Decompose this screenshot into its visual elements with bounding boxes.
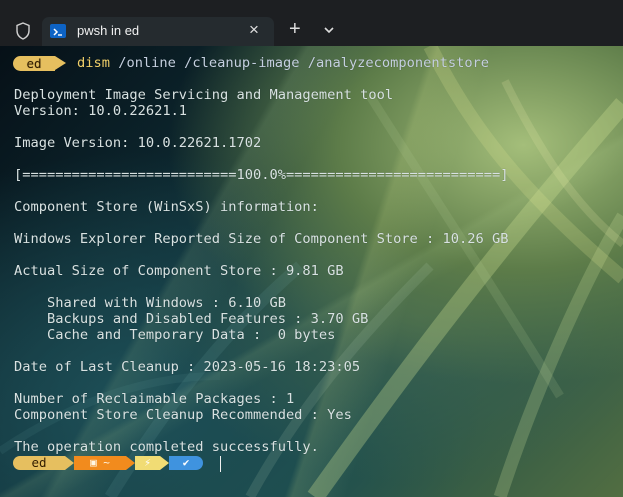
- output-line: Component Store Cleanup Recommended : Ye…: [14, 407, 352, 423]
- output-line: Number of Reclaimable Packages : 1: [14, 391, 295, 407]
- folder-segment: ▣ ~: [74, 456, 126, 470]
- command-args: /online /cleanup-image /analyzecomponent…: [109, 55, 490, 71]
- prompt-user-segment: ed: [13, 56, 55, 71]
- plus-icon[interactable]: +: [289, 18, 301, 41]
- statusline: ed ▣ ~ ⚡ ✔: [0, 456, 623, 472]
- prompt-arrow-icon: [55, 56, 66, 70]
- command-text: dism /online /cleanup-image /analyzecomp…: [77, 56, 489, 71]
- command-name: dism: [77, 55, 110, 71]
- terminal-window: pwsh in ed × + ed dism /online /cleanup-…: [0, 0, 623, 497]
- output-line: Cache and Temporary Data : 0 bytes: [14, 327, 336, 343]
- status-user-segment: ed: [13, 456, 65, 470]
- output-line: Shared with Windows : 6.10 GB: [14, 295, 286, 311]
- close-icon[interactable]: ×: [249, 20, 259, 40]
- tab-title: pwsh in ed: [77, 23, 140, 38]
- shield-icon: [16, 22, 30, 40]
- progress-line: [==========================100.0%=======…: [14, 167, 509, 183]
- output-line: The operation completed successfully.: [14, 439, 319, 455]
- chevron-down-icon[interactable]: [322, 23, 336, 37]
- text-cursor[interactable]: [220, 456, 221, 472]
- output-line: Backups and Disabled Features : 3.70 GB: [14, 311, 369, 327]
- status-arrow-icon: [126, 456, 135, 470]
- output-line: Image Version: 10.0.22621.1702: [14, 135, 262, 151]
- output-line: Component Store (WinSxS) information:: [14, 199, 319, 215]
- tab-pwsh[interactable]: pwsh in ed ×: [42, 17, 274, 46]
- status-arrow-icon: [160, 456, 169, 470]
- output-line: Version: 10.0.22621.1: [14, 103, 188, 119]
- terminal-output[interactable]: ed dism /online /cleanup-image /analyzec…: [0, 46, 623, 497]
- tab-bar: pwsh in ed × +: [0, 0, 623, 46]
- output-line: Date of Last Cleanup : 2023-05-16 18:23:…: [14, 359, 361, 375]
- command-prompt-line: ed dism /online /cleanup-image /analyzec…: [0, 56, 623, 72]
- output-line: Actual Size of Component Store : 9.81 GB: [14, 263, 344, 279]
- terminal-icon: [50, 24, 66, 38]
- status-arrow-icon: [65, 456, 74, 470]
- output-line: Deployment Image Servicing and Managemen…: [14, 87, 394, 103]
- output-line: Windows Explorer Reported Size of Compon…: [14, 231, 509, 247]
- check-icon: ✔: [169, 456, 203, 470]
- bolt-icon: ⚡: [135, 456, 160, 470]
